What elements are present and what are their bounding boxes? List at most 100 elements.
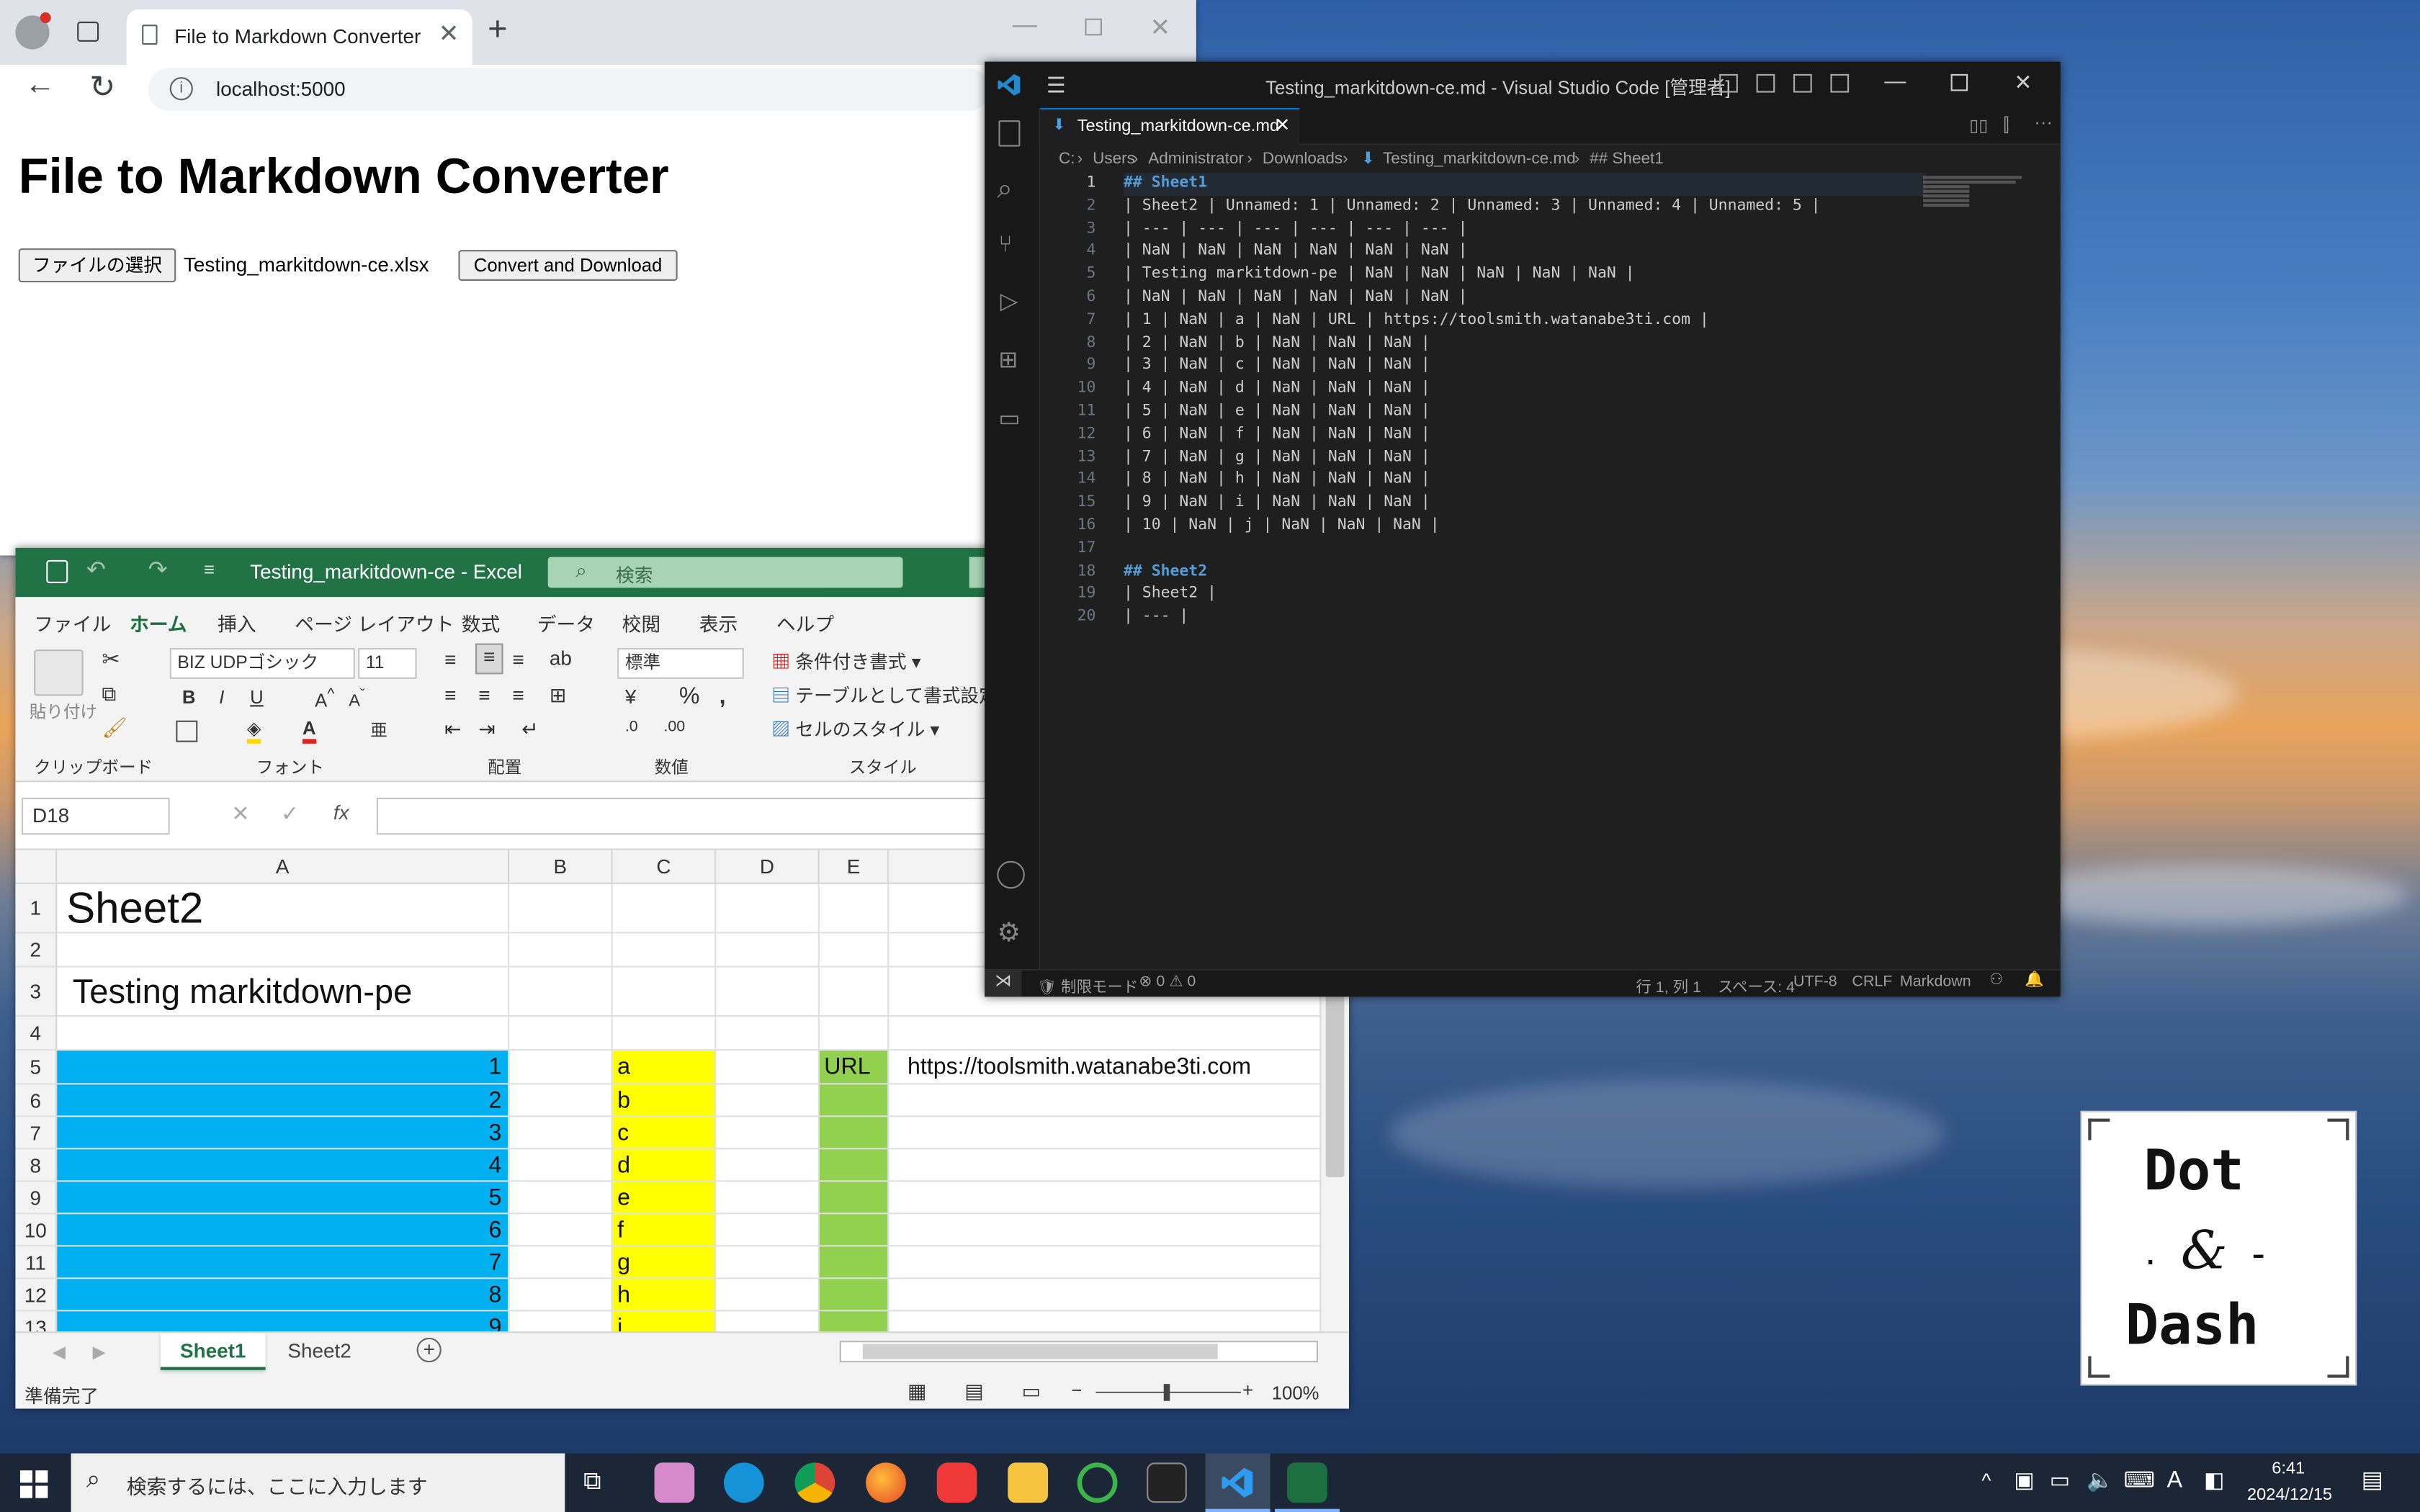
code-line[interactable]: | 6 | NaN | f | NaN | NaN | NaN | xyxy=(1124,426,1430,443)
cell-b[interactable] xyxy=(509,1084,613,1117)
editor-tab-active[interactable]: ⬇ Testing_markitdown-ce.md ✕ xyxy=(1040,108,1300,145)
cell-d[interactable] xyxy=(716,883,820,934)
paste-icon[interactable] xyxy=(34,649,84,696)
conditional-format-button[interactable]: ▦ 条件付き書式 ▾ xyxy=(771,648,920,674)
cell-e[interactable] xyxy=(819,933,889,968)
breadcrumb-item[interactable]: Users xyxy=(1093,150,1135,168)
code-line[interactable]: ## Sheet2 xyxy=(1124,562,1207,580)
code-line[interactable]: | --- | xyxy=(1124,608,1188,626)
redo-icon[interactable]: ↷ xyxy=(148,555,168,583)
cell-a[interactable]: 7 xyxy=(57,1246,510,1279)
menu-insert[interactable]: 挿入 xyxy=(218,608,256,637)
column-header-e[interactable]: E xyxy=(819,850,889,884)
cell-e[interactable] xyxy=(819,1182,889,1215)
format-painter-icon[interactable]: 🖌 xyxy=(102,716,127,740)
profile-avatar-icon[interactable] xyxy=(15,12,51,50)
row-header[interactable]: 11 xyxy=(15,1246,58,1279)
cancel-entry-icon[interactable]: ✕ xyxy=(231,801,249,827)
normal-view-icon[interactable]: ▦ xyxy=(908,1380,926,1404)
cell-c[interactable]: e xyxy=(612,1182,717,1215)
maximize-icon[interactable] xyxy=(1085,18,1102,36)
customize-qat-icon[interactable]: ≡ xyxy=(204,559,215,580)
tab-actions-icon[interactable] xyxy=(77,22,99,42)
code-line[interactable]: | Testing markitdown-pe | NaN | NaN | Na… xyxy=(1124,266,1635,283)
remote-explorer-icon[interactable]: ▭ xyxy=(998,404,1020,432)
code-line[interactable]: | 7 | NaN | g | NaN | NaN | NaN | xyxy=(1124,449,1430,466)
cell-c[interactable]: b xyxy=(612,1084,717,1117)
cell-f[interactable] xyxy=(889,1214,1322,1247)
vscode-close-icon[interactable]: ✕ xyxy=(2014,69,2032,95)
encoding[interactable]: UTF-8 xyxy=(1793,973,1837,991)
number-format-select[interactable]: 標準 xyxy=(617,648,744,679)
cell-f[interactable] xyxy=(889,1182,1322,1215)
code-line[interactable]: | 5 | NaN | e | NaN | NaN | NaN | xyxy=(1124,402,1430,420)
column-header-c[interactable]: C xyxy=(612,850,717,884)
volume-muted-icon[interactable]: 🔈 xyxy=(2087,1467,2113,1493)
code-line[interactable]: | 8 | NaN | h | NaN | NaN | NaN | xyxy=(1124,471,1430,488)
show-hidden-icons-icon[interactable]: ^ xyxy=(1981,1469,1991,1492)
breadcrumb-item[interactable]: C: xyxy=(1059,150,1075,168)
run-debug-icon[interactable]: ▷ xyxy=(1000,287,1018,315)
customize-layout-icon[interactable] xyxy=(1830,73,1850,93)
cell-a[interactable]: 5 xyxy=(57,1182,510,1215)
menu-data[interactable]: データ xyxy=(537,608,595,637)
name-box[interactable]: D18 xyxy=(22,797,170,835)
manage-gear-icon[interactable]: ⚙ xyxy=(997,918,1021,949)
wrap-text-icon[interactable]: ↵ xyxy=(521,717,538,742)
windows-start-icon[interactable] xyxy=(19,1470,48,1498)
align-middle-icon[interactable]: ≡ xyxy=(475,643,503,675)
vscode-maximize-icon[interactable] xyxy=(1950,73,1968,91)
row-header[interactable]: 6 xyxy=(15,1084,58,1117)
cell-c[interactable] xyxy=(612,883,717,934)
cell-b[interactable] xyxy=(509,1017,613,1051)
cell-e[interactable] xyxy=(819,1084,889,1117)
feedback-icon[interactable]: ⚇ xyxy=(1989,972,2003,989)
terminal-icon[interactable] xyxy=(1147,1462,1187,1503)
borders-icon[interactable] xyxy=(176,720,198,742)
underline-icon[interactable]: U xyxy=(250,687,264,708)
cell-d[interactable] xyxy=(716,1279,820,1312)
taskbar-active-vscode[interactable] xyxy=(1205,1453,1270,1512)
cut-icon[interactable]: ✂ xyxy=(102,647,120,672)
code-line[interactable]: | Sheet2 | Unnamed: 1 | Unnamed: 2 | Unn… xyxy=(1124,197,1821,215)
decrease-decimal-icon[interactable]: .00 xyxy=(663,719,685,737)
notification-center-icon[interactable]: ▤ xyxy=(2362,1466,2383,1493)
taskbar-app-icon[interactable] xyxy=(654,1462,695,1503)
sheet-tab-sheet1[interactable]: Sheet1 xyxy=(160,1333,266,1370)
file-explorer-icon[interactable] xyxy=(1008,1462,1048,1503)
cell-a[interactable]: 6 xyxy=(57,1214,510,1247)
browser-tab-active[interactable]: File to Markdown Converter ✕ xyxy=(126,9,472,66)
cell-e[interactable] xyxy=(819,1117,889,1150)
cell-b[interactable] xyxy=(509,933,613,968)
menu-formulas[interactable]: 数式 xyxy=(462,608,501,637)
breadcrumb-item[interactable]: Testing_markitdown-ce.md xyxy=(1383,150,1576,168)
convert-download-button[interactable]: Convert and Download xyxy=(458,250,678,281)
page-break-view-icon[interactable]: ▭ xyxy=(1022,1380,1041,1404)
code-line[interactable]: | NaN | NaN | NaN | NaN | NaN | NaN | xyxy=(1124,243,1467,260)
cell-b[interactable] xyxy=(509,1149,613,1182)
source-control-icon[interactable]: ⑂ xyxy=(998,231,1012,257)
extensions-icon[interactable]: ⊞ xyxy=(998,346,1018,373)
cell-b[interactable] xyxy=(509,1117,613,1150)
horizontal-scrollbar[interactable] xyxy=(839,1341,1318,1363)
cell-b[interactable] xyxy=(509,967,613,1017)
restricted-mode[interactable]: 🛡 制限モード xyxy=(1037,973,1138,997)
cell-d[interactable] xyxy=(716,1017,820,1051)
code-line[interactable]: | 3 | NaN | c | NaN | NaN | NaN | xyxy=(1124,357,1430,374)
ime-mode[interactable]: A xyxy=(2167,1467,2182,1493)
toggle-secondary-sidebar-icon[interactable] xyxy=(1793,73,1812,93)
notifications-bell-icon[interactable]: 🔔 xyxy=(2025,972,2044,989)
indentation[interactable]: スペース: 4 xyxy=(1718,973,1795,997)
confirm-entry-icon[interactable]: ✓ xyxy=(281,801,299,827)
menu-hamburger-icon[interactable]: ☰ xyxy=(1047,73,1066,99)
zoom-slider[interactable] xyxy=(1095,1384,1241,1401)
cell-a[interactable] xyxy=(57,933,510,968)
cell-e[interactable] xyxy=(819,1214,889,1247)
menu-help[interactable]: ヘルプ xyxy=(776,608,834,637)
insert-function-icon[interactable]: fx xyxy=(333,801,349,824)
greenshot-icon[interactable] xyxy=(1077,1462,1118,1503)
reload-icon[interactable]: ↻ xyxy=(89,68,115,107)
cell-b[interactable] xyxy=(509,1279,613,1312)
menu-page-layout[interactable]: ページ レイアウト xyxy=(295,608,454,637)
cell-f[interactable] xyxy=(889,1017,1322,1051)
